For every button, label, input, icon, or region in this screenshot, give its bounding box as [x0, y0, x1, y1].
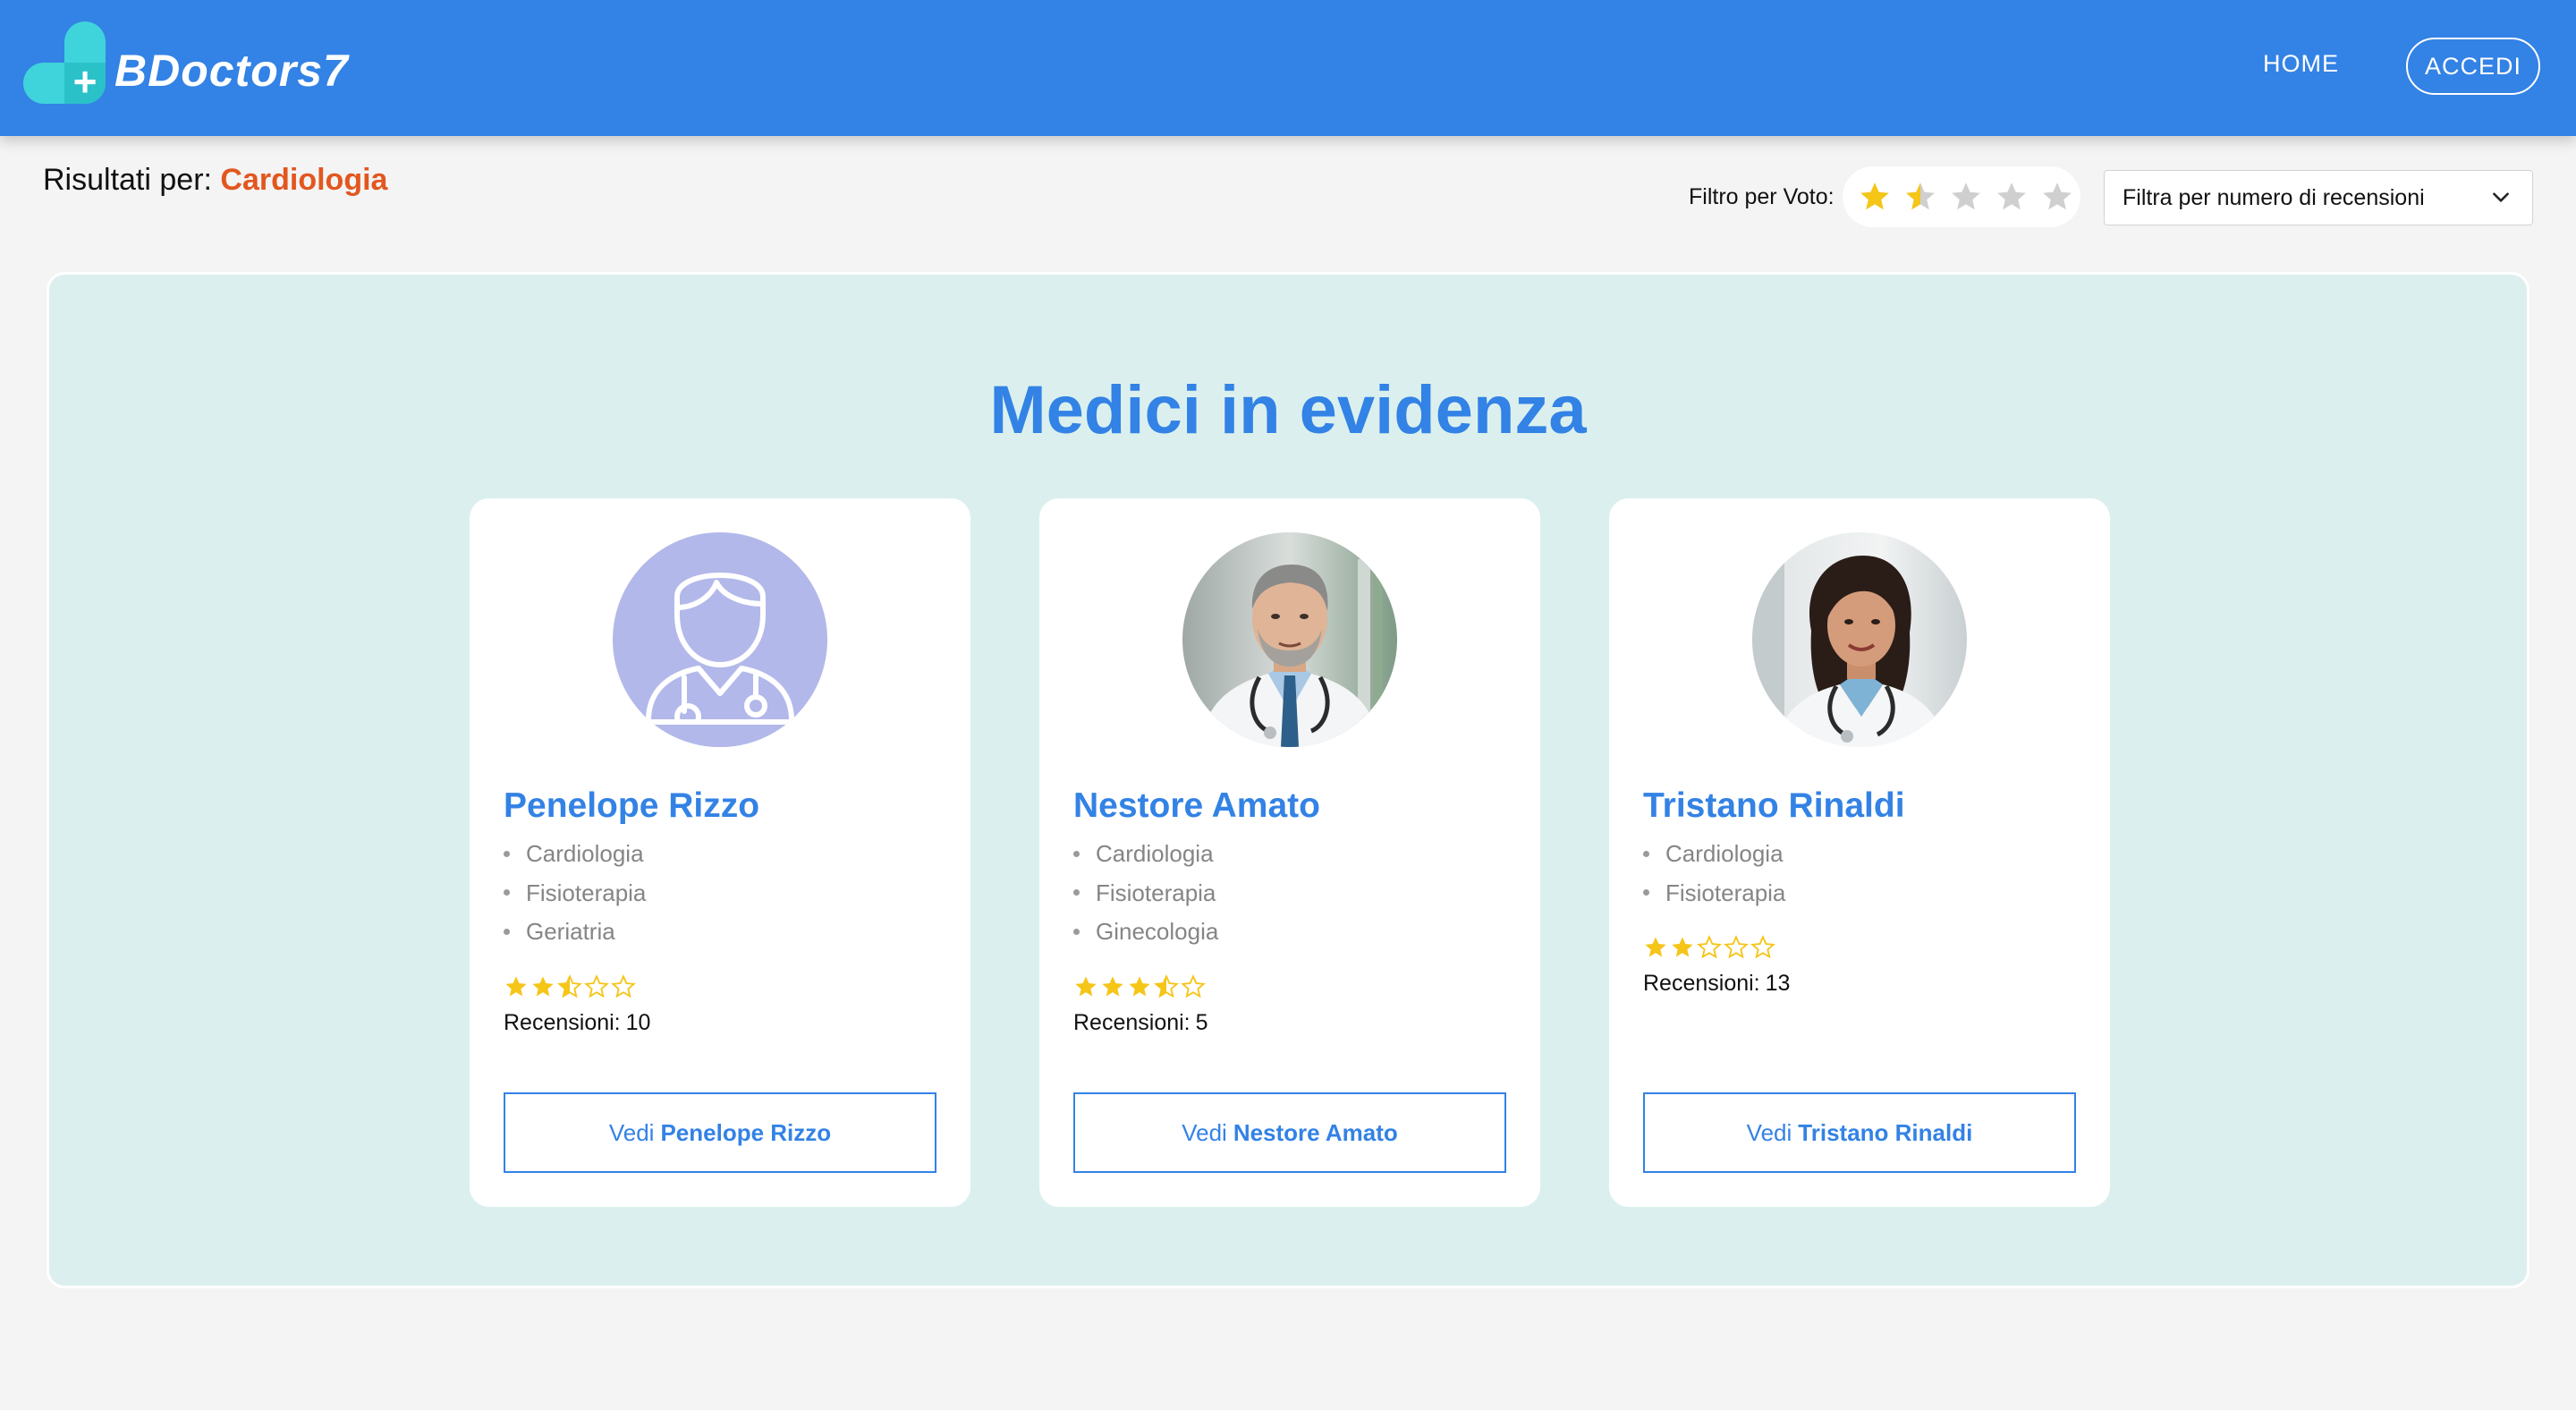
logo-cross-icon: +	[23, 21, 107, 104]
star-empty-icon	[1724, 935, 1750, 960]
specialization-list: Cardiologia Fisioterapia Geriatria	[504, 840, 646, 957]
specialization-item: Fisioterapia	[1073, 879, 1218, 919]
nav-home-link[interactable]: HOME	[2263, 50, 2339, 78]
results-prefix: Risultati per:	[43, 163, 212, 197]
view-doctor-button[interactable]: Vedi Nestore Amato	[1073, 1092, 1506, 1173]
star-empty-icon	[1181, 974, 1208, 999]
filter-star-5-icon[interactable]	[2035, 174, 2080, 220]
brand-logo[interactable]: + BDoctors7	[23, 18, 349, 107]
reviews-label: Recensioni:	[1643, 971, 1760, 996]
specialization-item: Ginecologia	[1073, 918, 1218, 957]
brand-name: BDoctors7	[114, 46, 349, 96]
view-button-prefix: Vedi	[608, 1118, 655, 1146]
reviews-number: 5	[1195, 1010, 1208, 1035]
reviews-number: 13	[1765, 971, 1791, 996]
specialization-item: Fisioterapia	[504, 879, 646, 919]
rating-filter[interactable]	[1843, 166, 2080, 227]
view-button-prefix: Vedi	[1182, 1118, 1227, 1146]
specialization-list: Cardiologia Fisioterapia Ginecologia	[1073, 840, 1218, 957]
star-empty-icon	[1750, 935, 1777, 960]
doctor-rating	[1643, 935, 1777, 960]
star-empty-icon	[584, 974, 611, 999]
doctor-card: Tristano Rinaldi Cardiologia Fisioterapi…	[1609, 498, 2110, 1207]
filter-star-4-icon[interactable]	[1989, 174, 2035, 220]
doctor-card: Penelope Rizzo Cardiologia Fisioterapia …	[470, 498, 970, 1207]
doctor-rating	[1073, 974, 1208, 999]
reviews-count: Recensioni: 13	[1643, 971, 1790, 997]
reviews-label: Recensioni:	[504, 1010, 621, 1035]
doctor-card: Nestore Amato Cardiologia Fisioterapia G…	[1039, 498, 1540, 1207]
view-button-doctor-name: Nestore Amato	[1233, 1118, 1398, 1146]
star-empty-icon	[611, 974, 638, 999]
star-full-icon	[1643, 935, 1670, 960]
specialization-item: Cardiologia	[504, 840, 646, 879]
reviews-filter-value: Filtra per numero di recensioni	[2123, 184, 2425, 210]
reviews-count: Recensioni: 5	[1073, 1010, 1208, 1036]
star-half-icon	[557, 974, 584, 999]
doctor-photo-female	[1752, 532, 1967, 747]
doctor-name[interactable]: Tristano Rinaldi	[1643, 786, 1905, 826]
filter-star-2-icon[interactable]	[1897, 174, 1943, 220]
featured-title: Medici in evidenza	[989, 372, 1587, 448]
results-query: Cardiologia	[220, 163, 388, 197]
doctor-name[interactable]: Nestore Amato	[1073, 786, 1320, 826]
star-full-icon	[1670, 935, 1697, 960]
star-full-icon	[1100, 974, 1127, 999]
star-full-icon	[504, 974, 530, 999]
filter-star-3-icon[interactable]	[1943, 174, 1988, 220]
login-button[interactable]: ACCEDI	[2406, 38, 2540, 95]
star-half-icon	[1154, 974, 1181, 999]
filter-star-1-icon[interactable]	[1852, 174, 1897, 220]
chevron-down-icon	[2493, 192, 2509, 202]
doctor-name[interactable]: Penelope Rizzo	[504, 786, 759, 826]
star-empty-icon	[1697, 935, 1724, 960]
star-full-icon	[530, 974, 557, 999]
view-button-prefix: Vedi	[1746, 1118, 1792, 1146]
reviews-number: 10	[625, 1010, 651, 1035]
view-doctor-button[interactable]: Vedi Penelope Rizzo	[504, 1092, 936, 1173]
results-heading: Risultati per: Cardiologia	[43, 163, 387, 198]
navbar: + BDoctors7 HOME ACCEDI	[0, 0, 2576, 136]
specialization-item: Cardiologia	[1643, 840, 1785, 879]
reviews-count: Recensioni: 10	[504, 1010, 650, 1036]
view-button-doctor-name: Tristano Rinaldi	[1798, 1118, 1973, 1146]
doctor-placeholder-icon	[613, 532, 827, 747]
star-full-icon	[1127, 974, 1154, 999]
rating-filter-label: Filtro per Voto:	[1689, 184, 1835, 209]
reviews-label: Recensioni:	[1073, 1010, 1191, 1035]
view-button-doctor-name: Penelope Rizzo	[660, 1118, 832, 1146]
doctor-rating	[504, 974, 638, 999]
specialization-item: Cardiologia	[1073, 840, 1218, 879]
reviews-filter-select[interactable]: Filtra per numero di recensioni	[2104, 170, 2533, 225]
star-full-icon	[1073, 974, 1100, 999]
specialization-item: Fisioterapia	[1643, 879, 1785, 919]
specialization-list: Cardiologia Fisioterapia	[1643, 840, 1785, 918]
specialization-item: Geriatria	[504, 918, 646, 957]
doctor-photo-male	[1182, 532, 1397, 747]
featured-doctors-panel: Medici in evidenza Penelope Rizzo Cardio…	[47, 272, 2529, 1288]
view-doctor-button[interactable]: Vedi Tristano Rinaldi	[1643, 1092, 2076, 1173]
